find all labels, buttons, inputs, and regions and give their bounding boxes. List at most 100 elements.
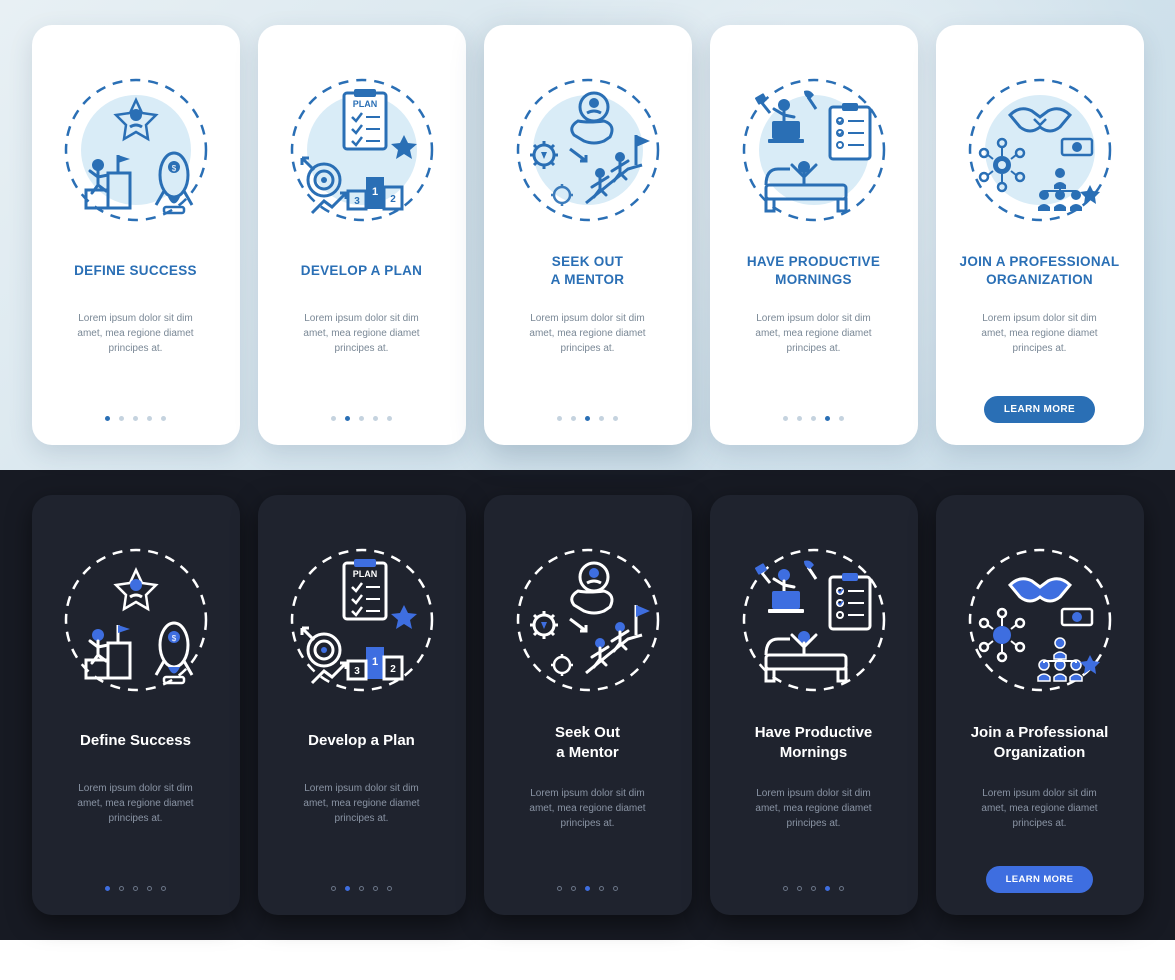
dot[interactable] — [825, 886, 830, 891]
develop-plan-icon: PLAN 1 2 3 — [282, 535, 442, 705]
svg-text:1: 1 — [371, 186, 377, 198]
seek-mentor-icon — [508, 65, 668, 235]
dot[interactable] — [331, 886, 336, 891]
dot[interactable] — [811, 886, 816, 891]
dot[interactable] — [571, 886, 576, 891]
learn-more-button[interactable]: LEARN MORE — [984, 396, 1095, 423]
dot[interactable] — [359, 416, 364, 421]
dot[interactable] — [373, 416, 378, 421]
card-body: Lorem ipsum dolor sit dim amet, mea regi… — [297, 311, 425, 356]
onboarding-row-dark: $ Define Success Lorem ipsum dolor sit d… — [0, 470, 1175, 940]
dot[interactable] — [119, 416, 124, 421]
onboarding-card-seek-mentor-dark: Seek Out a Mentor Lorem ipsum dolor sit … — [484, 495, 692, 915]
dot[interactable] — [613, 886, 618, 891]
page-dots — [557, 886, 618, 891]
dot[interactable] — [783, 886, 788, 891]
card-title: SEEK OUT A MENTOR — [551, 253, 625, 289]
dot[interactable] — [599, 886, 604, 891]
dot[interactable] — [557, 886, 562, 891]
page-dots — [105, 886, 166, 891]
dot[interactable] — [839, 416, 844, 421]
dot[interactable] — [571, 416, 576, 421]
card-title: Develop a Plan — [308, 723, 415, 759]
page-dots — [331, 416, 392, 421]
dot[interactable] — [797, 886, 802, 891]
dot[interactable] — [133, 886, 138, 891]
card-title: Seek Out a Mentor — [555, 723, 620, 764]
card-body: Lorem ipsum dolor sit dim amet, mea regi… — [975, 786, 1103, 831]
dot[interactable] — [359, 886, 364, 891]
svg-text:2: 2 — [390, 664, 396, 675]
dot[interactable] — [331, 416, 336, 421]
develop-plan-icon: PLAN 1 2 3 — [282, 65, 442, 235]
onboarding-card-productive-mornings-dark: Have Productive Mornings Lorem ipsum dol… — [710, 495, 918, 915]
dot[interactable] — [797, 416, 802, 421]
svg-text:$: $ — [171, 634, 176, 643]
productive-mornings-icon — [734, 535, 894, 705]
card-body: Lorem ipsum dolor sit dim amet, mea regi… — [523, 311, 651, 356]
dot[interactable] — [613, 416, 618, 421]
dot[interactable] — [373, 886, 378, 891]
dot[interactable] — [387, 886, 392, 891]
dot[interactable] — [585, 416, 590, 421]
dot[interactable] — [557, 416, 562, 421]
dot[interactable] — [147, 886, 152, 891]
card-title: Join a Professional Organization — [971, 723, 1109, 764]
onboarding-card-join-organization: JOIN A PROFESSIONAL ORGANIZATION Lorem i… — [936, 25, 1144, 445]
onboarding-row-light: $ DEFINE SUCCESS Lorem ipsum dolor sit d… — [0, 0, 1175, 470]
onboarding-card-productive-mornings: HAVE PRODUCTIVE MORNINGS Lorem ipsum dol… — [710, 25, 918, 445]
page-dots — [783, 886, 844, 891]
card-body: Lorem ipsum dolor sit dim amet, mea regi… — [523, 786, 651, 831]
card-title: DEFINE SUCCESS — [74, 253, 197, 289]
page-dots — [783, 416, 844, 421]
dot[interactable] — [105, 886, 110, 891]
dot[interactable] — [599, 416, 604, 421]
onboarding-card-join-organization-dark: Join a Professional Organization Lorem i… — [936, 495, 1144, 915]
dot[interactable] — [161, 416, 166, 421]
svg-text:PLAN: PLAN — [352, 99, 377, 109]
svg-text:3: 3 — [354, 666, 360, 677]
dot[interactable] — [387, 416, 392, 421]
onboarding-card-develop-plan-dark: PLAN 1 2 3 Devel — [258, 495, 466, 915]
dot[interactable] — [825, 416, 830, 421]
define-success-icon: $ — [56, 535, 216, 705]
card-title: DEVELOP A PLAN — [301, 253, 422, 289]
productive-mornings-icon — [734, 65, 894, 235]
dot[interactable] — [147, 416, 152, 421]
card-title: Have Productive Mornings — [755, 723, 873, 764]
svg-text:3: 3 — [354, 196, 360, 207]
dot[interactable] — [161, 886, 166, 891]
card-title: JOIN A PROFESSIONAL ORGANIZATION — [960, 253, 1120, 289]
dot[interactable] — [119, 886, 124, 891]
page-dots — [557, 416, 618, 421]
onboarding-card-define-success-dark: $ Define Success Lorem ipsum dolor sit d… — [32, 495, 240, 915]
svg-text:$: $ — [171, 164, 176, 173]
card-title: Define Success — [80, 723, 191, 759]
dot[interactable] — [105, 416, 110, 421]
dot[interactable] — [133, 416, 138, 421]
card-title: HAVE PRODUCTIVE MORNINGS — [747, 253, 880, 289]
dot[interactable] — [345, 416, 350, 421]
dot[interactable] — [345, 886, 350, 891]
onboarding-card-seek-mentor: SEEK OUT A MENTOR Lorem ipsum dolor sit … — [484, 25, 692, 445]
seek-mentor-icon — [508, 535, 668, 705]
join-organization-icon — [960, 535, 1120, 705]
define-success-icon: $ — [56, 65, 216, 235]
svg-text:PLAN: PLAN — [352, 569, 377, 579]
learn-more-button[interactable]: LEARN MORE — [986, 866, 1094, 893]
card-body: Lorem ipsum dolor sit dim amet, mea regi… — [975, 311, 1103, 356]
page-dots — [105, 416, 166, 421]
card-body: Lorem ipsum dolor sit dim amet, mea regi… — [71, 311, 199, 356]
dot[interactable] — [783, 416, 788, 421]
dot[interactable] — [811, 416, 816, 421]
card-body: Lorem ipsum dolor sit dim amet, mea regi… — [749, 786, 877, 831]
onboarding-card-define-success: $ DEFINE SUCCESS Lorem ipsum dolor sit d… — [32, 25, 240, 445]
page-dots — [331, 886, 392, 891]
card-body: Lorem ipsum dolor sit dim amet, mea regi… — [71, 781, 199, 826]
dot[interactable] — [839, 886, 844, 891]
dot[interactable] — [585, 886, 590, 891]
svg-text:2: 2 — [390, 194, 396, 205]
svg-text:1: 1 — [371, 656, 377, 668]
join-organization-icon — [960, 65, 1120, 235]
card-body: Lorem ipsum dolor sit dim amet, mea regi… — [749, 311, 877, 356]
